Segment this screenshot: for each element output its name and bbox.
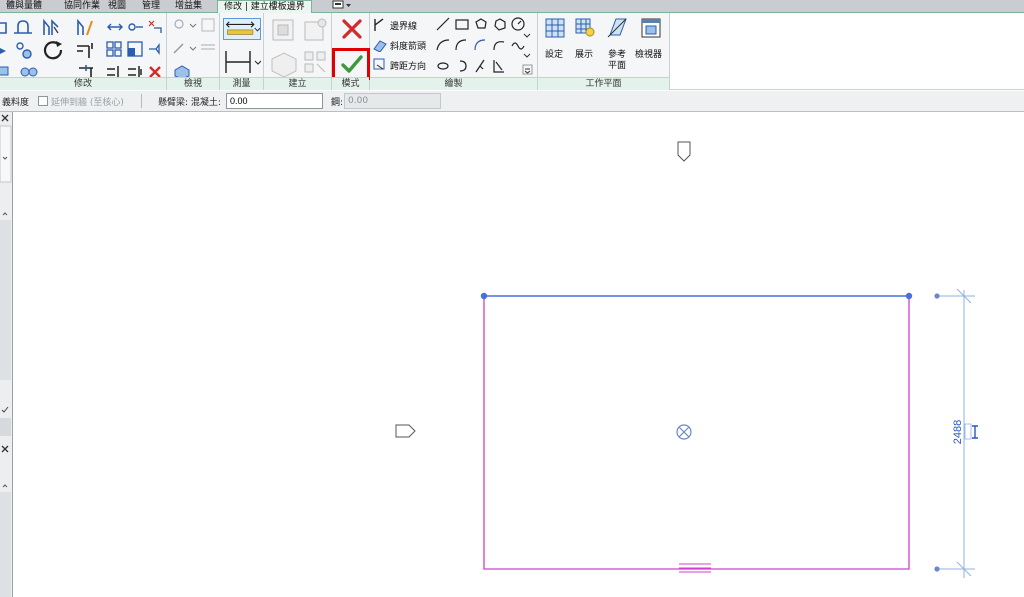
mirror-draw-icon[interactable] xyxy=(75,41,95,61)
boundary-line-button[interactable]: 邊界線 xyxy=(373,17,433,33)
concrete-cantilever-input[interactable] xyxy=(226,93,323,109)
modify-panel: 修改 xyxy=(0,13,167,90)
extend-into-wall-checkbox[interactable] xyxy=(38,96,48,106)
measure-panel-label: 測量 xyxy=(220,77,263,90)
create-panel: 建立 xyxy=(264,13,332,90)
tab-modify-create-floor-boundary[interactable]: 修改 | 建立樓板邊界 xyxy=(217,0,312,14)
ribbon-minimize-toggle[interactable] xyxy=(326,0,358,13)
extend-into-wall-label: 延伸到牆 (至核心) xyxy=(51,98,124,108)
view-panel: 檢視 xyxy=(167,13,220,90)
tab-view[interactable]: 視圖 xyxy=(102,0,132,13)
cantilever-concrete-label: 懸臂梁: 混凝土: xyxy=(158,98,221,108)
close-properties-icon xyxy=(1,114,9,122)
tab-add-ins[interactable]: 增益集 xyxy=(169,0,208,13)
create-similar-icon[interactable] xyxy=(268,49,298,79)
center-point-symbol xyxy=(676,424,692,440)
view-panel-label: 檢視 xyxy=(167,77,219,90)
override-graphics-icon[interactable] xyxy=(200,17,216,33)
hide-bulb-icon[interactable] xyxy=(172,18,198,34)
show-workplane-button[interactable]: 展示 xyxy=(571,17,599,60)
create-group-icon[interactable] xyxy=(302,17,328,43)
north-elevation-marker[interactable] xyxy=(677,141,691,162)
left-panel-edge xyxy=(0,112,13,597)
workplane-panel-label: 工作平面 xyxy=(538,77,669,90)
span-direction-symbol[interactable] xyxy=(679,563,711,573)
mode-panel-label: 模式 xyxy=(332,77,369,90)
tab-manage[interactable]: 管理 xyxy=(136,0,166,13)
reference-plane-button[interactable]: 參考 平面 xyxy=(602,17,632,75)
pin-icon[interactable] xyxy=(147,41,163,57)
steel-cantilever-input[interactable]: 0.00 xyxy=(344,93,441,109)
show-grid-bulb-icon xyxy=(575,18,595,37)
measure-panel: 測量 xyxy=(220,13,264,90)
line-endpoint-grip-left[interactable] xyxy=(480,292,488,300)
boundary-line-icon xyxy=(374,18,384,31)
line-endpoint-grip-right[interactable] xyxy=(905,292,913,300)
drawing-canvas[interactable]: 2488 xyxy=(13,112,1024,597)
dimension-value[interactable]: 2488 xyxy=(952,420,964,444)
span-direction-button[interactable]: 跨距方向 xyxy=(373,57,435,73)
slope-arrow-button[interactable]: 斜度箭頭 xyxy=(373,37,435,53)
left-panel-edge-graphics xyxy=(0,114,12,597)
reference-plane-icon xyxy=(607,18,627,38)
steel-cantilever-label: 鋼: xyxy=(331,98,344,108)
ribbon-empty-area xyxy=(670,13,1024,90)
close-browser-icon xyxy=(1,445,9,453)
measure-tool-icon[interactable] xyxy=(223,18,261,40)
ribbon: 修改 檢視 測量 建立 模式 邊界線 斜度箭頭 跨距方向 繪製 設定 展示 參考… xyxy=(0,13,670,90)
mirror-axis-icon[interactable] xyxy=(75,17,95,37)
options-bar: 義料度 延伸到牆 (至核心) 懸臂梁: 混凝土: 鋼: 0.00 xyxy=(0,91,1024,112)
mode-panel: 模式 xyxy=(332,13,370,90)
create-parts-icon[interactable] xyxy=(302,49,328,77)
align-icon[interactable] xyxy=(11,17,35,37)
tab-massing-site[interactable]: 體與量體 xyxy=(0,0,48,13)
finish-edit-mode-button[interactable] xyxy=(340,52,364,76)
draw-panel: 邊界線 斜度箭頭 跨距方向 繪製 xyxy=(370,13,538,90)
linework-icon[interactable] xyxy=(172,40,198,56)
tab-collaborate[interactable]: 協同作業 xyxy=(58,0,106,13)
rotate-icon[interactable] xyxy=(42,40,66,60)
temporary-dimension[interactable]: 2488 xyxy=(934,288,978,578)
create-component-icon[interactable] xyxy=(270,17,296,43)
grid-plane-icon xyxy=(545,18,565,38)
boundary-sketch-lines[interactable] xyxy=(483,296,910,570)
truncated-option-label: 義料度 xyxy=(2,98,30,108)
ribbon-tab-bar: 體與量體 協同作業 視圖 管理 增益集 修改 | 建立樓板邊界 xyxy=(0,0,1024,14)
cancel-edit-mode-button[interactable] xyxy=(340,17,364,41)
array-icon[interactable] xyxy=(106,41,122,57)
workplane-viewer-button[interactable]: 檢視器 xyxy=(634,17,668,60)
slope-arrow-icon xyxy=(373,40,387,52)
draw-shapes-gallery[interactable] xyxy=(434,16,534,76)
scale-icon[interactable] xyxy=(127,41,143,57)
options-divider xyxy=(141,94,142,108)
copy-icon[interactable] xyxy=(127,20,145,34)
dimension-tool-icon[interactable] xyxy=(223,47,261,77)
span-direction-icon xyxy=(373,58,385,70)
view-range-icon[interactable] xyxy=(200,41,216,55)
dimension-lock-icon xyxy=(972,425,978,439)
split-element-icon[interactable] xyxy=(11,40,35,60)
create-panel-label: 建立 xyxy=(264,77,331,90)
draw-panel-label: 繪製 xyxy=(370,77,537,90)
move-icon[interactable] xyxy=(106,20,124,34)
workplane-panel: 設定 展示 參考 平面 檢視器 工作平面 xyxy=(538,13,670,90)
modify-panel-label: 修改 xyxy=(0,77,166,90)
cancel-x-icon xyxy=(342,19,362,39)
revit-window: 體與量體 協同作業 視圖 管理 增益集 修改 | 建立樓板邊界 修改 檢視 測量… xyxy=(0,0,1024,597)
checkmark-icon xyxy=(341,55,363,73)
set-workplane-button[interactable]: 設定 xyxy=(541,17,569,60)
offset-icon[interactable] xyxy=(41,17,61,37)
viewer-window-icon xyxy=(641,18,661,38)
trim-extend-icon[interactable] xyxy=(147,19,163,35)
floor-plan-view[interactable]: 2488 xyxy=(13,112,1024,597)
ribbon-toggle-icon xyxy=(332,0,351,9)
west-elevation-marker[interactable] xyxy=(395,424,416,438)
